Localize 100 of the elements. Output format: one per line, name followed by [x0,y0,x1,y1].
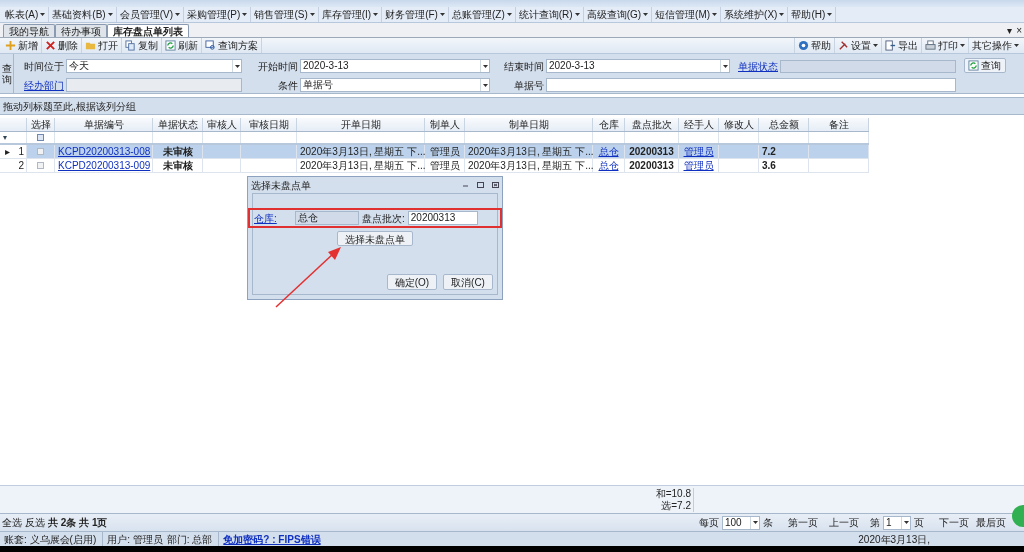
document-tab[interactable]: 库存盘点单列表 [107,24,189,37]
toolbar-button[interactable]: 查询方案 [202,38,262,53]
menu-item[interactable]: 帮助(H) [788,7,837,22]
department-field[interactable] [66,78,242,92]
caret-icon [234,64,240,68]
table-link[interactable]: 总仓 [598,144,619,159]
search-button[interactable]: 查询 [964,58,1006,73]
toolbar-button[interactable]: 打印 [921,38,968,53]
close-icon[interactable] [492,182,499,188]
toolbar-button[interactable]: 删除 [42,38,82,53]
status-filter-field[interactable] [780,59,956,73]
row-checkbox[interactable] [37,162,44,169]
previous-page-button[interactable]: 上一页 [829,515,859,530]
page-number-field[interactable]: 1 [883,515,911,530]
row-indicator: ▸ [4,145,10,159]
maximize-icon[interactable] [477,182,484,188]
table-link[interactable]: KCPD20200313-008 [58,144,151,159]
row-number: 2 [18,160,24,171]
table-row[interactable]: 2 KCPD20200313-009 未审核 2020年3月13日, 星期五 下... 管理员 2020年3月13日, 星期五 下... 总仓 20200313 管理员 3.6 [0,159,869,173]
table-cell: 20200313 [629,144,674,159]
menu-item[interactable]: 系统维护(X) [721,7,789,22]
toolbar-button[interactable]: 其它操作 [968,38,1022,53]
column-header[interactable]: 审核人 [203,118,241,131]
column-header[interactable]: 审核日期 [241,118,297,131]
caret-icon [506,13,512,16]
select-all-button[interactable]: 全选 [2,515,22,530]
menu-item[interactable]: 统计查询(R) [515,7,584,22]
page-size-field[interactable]: 100 [722,515,760,530]
pager-label: 第 [870,516,880,530]
column-header[interactable]: 备注 [809,118,869,131]
caret-icon [643,13,649,16]
column-header[interactable]: 单据状态 [153,118,203,131]
last-page-button[interactable]: 最后页 [976,515,1006,530]
column-header[interactable]: 修改人 [719,118,759,131]
select-uncounted-button[interactable]: 选择未盘点单 [337,231,413,246]
table-link[interactable]: 管理员 [683,158,714,173]
summary-value: 选=7.2 [661,499,694,512]
toolbar-button[interactable]: 新增 [2,38,42,53]
menu-item[interactable]: 帐表(A) [2,7,50,22]
table-row[interactable]: ▸ 1 KCPD20200313-008 未审核 2020年3月13日, 星期五 下... 管理员 2020年3月13日, 星期五 下... 总仓 20200313 管理员 7.2 [0,145,869,159]
tab-control-button[interactable]: × [1014,24,1024,37]
table-cell: 管理员 [429,158,460,173]
row-checkbox[interactable] [37,148,44,155]
table-link[interactable]: 管理员 [683,144,714,159]
batch-field[interactable]: 20200313 [407,211,478,225]
menu-item[interactable]: 库存管理(I) [318,7,383,22]
invert-selection-button[interactable]: 反选 [25,515,45,530]
toolbar-button[interactable]: 复制 [122,38,162,53]
department-link[interactable]: 经办部门 [18,77,66,93]
tab-control-button[interactable]: ▾ [1005,24,1015,37]
menu-item[interactable]: 财务管理(F) [382,7,449,22]
column-header[interactable]: 经手人 [679,118,719,131]
table-link[interactable]: 总仓 [598,158,619,173]
table-link[interactable]: KCPD20200313-009 [58,158,151,173]
column-header[interactable]: 选择 [27,118,55,131]
table-cell: 2020年3月13日, 星期五 下... [300,144,426,159]
caret-icon [903,521,909,524]
column-header[interactable]: 总金额 [759,118,809,131]
end-date-field[interactable]: 2020-3-13 [546,59,730,73]
menu-item[interactable]: 会员管理(V) [116,7,185,22]
warehouse-link[interactable]: 仓库: [254,210,292,226]
menu-item[interactable]: 基础资料(B) [49,7,117,22]
toolbar-button[interactable]: 导出 [881,38,921,53]
filter-checkbox[interactable] [37,134,44,141]
status-filter-link[interactable]: 单据状态 [730,58,780,74]
next-page-button[interactable]: 下一页 [939,515,969,530]
toolbar-button[interactable]: 设置 [834,38,881,53]
minimize-icon[interactable] [462,182,469,188]
toolbar-button[interactable]: 帮助 [794,38,834,53]
cancel-button[interactable]: 取消(C) [443,274,493,290]
field-label: 开始时间 [257,59,299,74]
table-cell: 2020年3月13日, 星期五 下... [300,158,426,173]
table-cell: 7.2 [762,144,776,159]
plus-icon [5,40,16,51]
column-header[interactable]: 仓库 [593,118,625,131]
status-link[interactable]: 免加密码? : FIPS错误 [223,531,321,547]
menu-item[interactable]: 销售管理(S) [251,7,319,22]
menu-item[interactable]: 总账管理(Z) [448,7,516,22]
column-header[interactable]: 制单日期 [465,118,593,131]
condition-dropdown[interactable]: 单据号 [300,78,490,92]
warehouse-field[interactable]: 总仓 [295,211,359,225]
toolbar-button[interactable]: 打开 [82,38,122,53]
document-tab[interactable]: 我的导航 [3,24,55,37]
menu-item[interactable]: 采购管理(P) [184,7,252,22]
column-header[interactable]: 开单日期 [297,118,425,131]
start-date-field[interactable]: 2020-3-13 [300,59,490,73]
field-label: 条件 [277,78,299,93]
toolbar-button[interactable]: 刷新 [162,38,202,53]
column-header[interactable]: 单据编号 [55,118,153,131]
time-range-dropdown[interactable]: 今天 [66,59,242,73]
table-cell: 2020年3月13日, 星期五 下... [468,158,594,173]
menu-item[interactable]: 高级查询(G) [583,7,653,22]
delete-icon [45,40,56,51]
column-header[interactable]: 盘点批次 [625,118,679,131]
document-tab[interactable]: 待办事项 [55,24,107,37]
first-page-button[interactable]: 第一页 [788,515,818,530]
column-header[interactable]: 制单人 [425,118,465,131]
document-number-field[interactable] [546,78,956,92]
menu-item[interactable]: 短信管理(M) [652,7,722,22]
ok-button[interactable]: 确定(O) [387,274,437,290]
